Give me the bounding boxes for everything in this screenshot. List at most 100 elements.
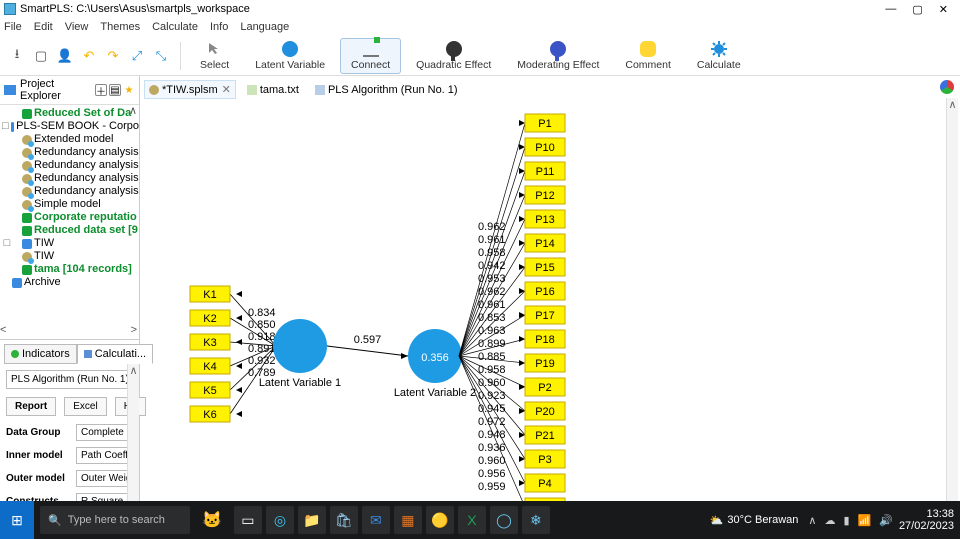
svg-text:0.953: 0.953 [478,273,506,285]
comment-tool[interactable]: Comment [614,38,682,74]
tab-indicators[interactable]: Indicators [4,344,77,364]
explorer-icon[interactable]: 📁 [298,506,326,534]
svg-text:0.899: 0.899 [478,338,506,350]
taskbar: ⊞ 🔍 Type here to search 🐱 ▭ ◎ 📁 🛍 ✉ ▦ 🟡 … [0,501,960,539]
tree-item[interactable]: TIW [2,250,139,263]
start-button[interactable]: ⊞ [0,501,34,539]
menu-info[interactable]: Info [210,21,228,33]
toolbar: ⭳ ▢ 👤 ↶ ↷ ⤢ ⤡ Select Latent Variable Con… [0,36,960,76]
report-button[interactable]: Report [6,397,56,416]
latent-variable-tool[interactable]: Latent Variable [244,38,336,74]
maximize-button[interactable]: ▢ [912,3,922,16]
mail-icon[interactable]: ✉ [362,506,390,534]
menu-calculate[interactable]: Calculate [152,21,198,33]
menu-file[interactable]: File [4,21,22,33]
tree-item[interactable]: Archive [2,276,139,289]
tree-item[interactable]: □TIW [2,237,139,250]
archive-icon[interactable]: ▤ [109,84,121,96]
taskbar-apps: ▭ ◎ 📁 🛍 ✉ ▦ 🟡 X ◯ ❄ [234,506,550,534]
chrome-icon[interactable]: 🟡 [426,506,454,534]
volume-icon[interactable]: 🔊 [879,514,893,527]
taskbar-search[interactable]: 🔍 Type here to search [40,506,190,534]
menu-themes[interactable]: Themes [100,21,140,33]
result-select[interactable]: Outer Weig [76,470,133,487]
svg-text:0.597: 0.597 [354,334,382,346]
tray-chevron-icon[interactable]: ∧ [808,514,816,527]
tree-item[interactable]: □PLS-SEM BOOK - Corpo [2,120,139,133]
svg-text:K6: K6 [203,409,216,421]
task-view-icon[interactable]: ▭ [234,506,262,534]
smartpls-icon[interactable]: ❄ [522,506,550,534]
status-icon [940,80,954,94]
svg-text:0.834: 0.834 [248,307,276,319]
svg-text:P1: P1 [538,118,551,130]
import-icon[interactable]: ⭳ [8,47,26,65]
title-bar: SmartPLS: C:\Users\Asus\smartpls_workspa… [0,0,960,18]
path-diagram[interactable]: K1K2K3K4K5K60.8340.8500.9180.8910.9320.7… [140,96,940,506]
edge-icon[interactable]: ◎ [266,506,294,534]
tree-item[interactable]: Reduced Set of Da [2,107,139,120]
connect-tool[interactable]: Connect [340,38,401,74]
vertical-scrollbar[interactable]: ∧∨ [946,98,958,516]
svg-text:Latent Variable 1: Latent Variable 1 [259,377,341,389]
tab-close-icon[interactable]: ✕ [222,83,231,96]
onedrive-icon[interactable]: ☁ [824,514,835,527]
cortana-icon[interactable]: 🐱 [202,510,222,530]
svg-text:P10: P10 [535,142,555,154]
menu-edit[interactable]: Edit [34,21,53,33]
close-button[interactable]: ✕ [939,3,948,16]
algorithm-box[interactable]: PLS Algorithm (Run No. 1) [6,370,133,389]
zoom-in-icon[interactable]: ⤡ [152,47,170,65]
tree-item[interactable]: Extended model [2,133,139,146]
window-title: SmartPLS: C:\Users\Asus\smartpls_workspa… [20,3,885,15]
tree-item[interactable]: tama [104 records] [2,263,139,276]
tree-item[interactable]: Corporate reputatio [2,211,139,224]
app-icon-1[interactable]: ◯ [490,506,518,534]
clock[interactable]: 13:38 27/02/2023 [899,508,954,532]
store-icon[interactable]: 🛍 [330,506,358,534]
result-select[interactable]: Complete [76,424,133,441]
favorite-icon[interactable]: ★ [123,84,135,96]
result-select[interactable]: Path Coeff [76,447,133,464]
tree-item[interactable]: Redundancy analysis [2,159,139,172]
tree-item[interactable]: Simple model [2,198,139,211]
svg-text:0.891: 0.891 [248,343,276,355]
calculate-tool[interactable]: Calculate [686,38,752,74]
office-icon[interactable]: ▦ [394,506,422,534]
weather-icon: ⛅ [710,514,724,527]
select-tool[interactable]: Select [189,38,240,74]
battery-icon[interactable]: ▮ [843,514,849,527]
minimize-button[interactable]: ― [885,3,896,16]
weather-widget[interactable]: ⛅ 30°C Berawan [710,514,799,527]
quadratic-effect-tool[interactable]: Quadratic Effect [405,38,502,74]
tree-item[interactable]: Redundancy analysis [2,172,139,185]
svg-text:P12: P12 [535,190,555,202]
svg-text:0.945: 0.945 [478,403,506,415]
redo-icon[interactable]: ↷ [104,47,122,65]
result-row: Inner modelPath Coeff [6,447,133,464]
svg-text:K3: K3 [203,337,216,349]
zoom-out-icon[interactable]: ⤢ [128,47,146,65]
svg-text:P19: P19 [535,358,555,370]
excel-icon[interactable]: X [458,506,486,534]
svg-text:0.961: 0.961 [478,299,506,311]
system-tray[interactable]: ∧ ☁ ▮ 📶 🔊 [808,514,893,527]
panel-scrollbar[interactable]: ∧∨ [127,364,139,520]
canvas[interactable]: *TIW.splsm✕ tama.txt PLS Algorithm (Run … [140,76,960,520]
svg-text:P4: P4 [538,478,551,490]
moderating-effect-tool[interactable]: Moderating Effect [506,38,610,74]
excel-button[interactable]: Excel [64,397,106,416]
tree-item[interactable]: Redundancy analysis [2,185,139,198]
tree-item[interactable]: Reduced data set [9 [2,224,139,237]
menu-view[interactable]: View [65,21,89,33]
menu-language[interactable]: Language [240,21,289,33]
screen-icon[interactable]: ▢ [32,47,50,65]
project-tree[interactable]: ∧>< Reduced Set of Da□PLS-SEM BOOK - Cor… [0,105,139,339]
undo-icon[interactable]: ↶ [80,47,98,65]
new-project-icon[interactable]: ＋ [95,84,107,96]
wifi-icon[interactable]: 📶 [858,514,872,527]
result-row: Data GroupComplete [6,424,133,441]
project-explorer-title: Project Explorer [20,78,93,102]
user-icon[interactable]: 👤 [56,47,74,65]
tree-item[interactable]: Redundancy analysis [2,146,139,159]
